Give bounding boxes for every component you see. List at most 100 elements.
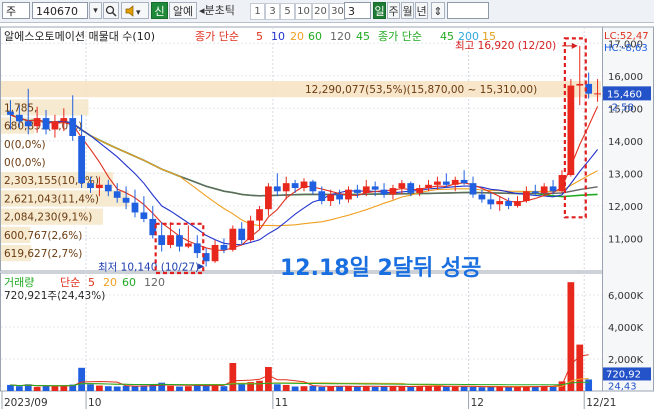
candle-body [531, 191, 539, 193]
minute-tick-label[interactable]: ◂분초틱 [199, 2, 249, 19]
x-axis-label: 12/21 [586, 397, 616, 409]
volume-bar [442, 386, 450, 391]
volume-bar [122, 385, 130, 391]
candle-body [122, 197, 130, 203]
candle-body [238, 228, 246, 241]
candle-body [33, 118, 41, 127]
candle-body [51, 121, 59, 130]
volume-y-tick-label: 2,000K [608, 355, 644, 366]
volume-bar [487, 387, 495, 391]
volume-bar [425, 386, 432, 391]
volume-bar [371, 386, 379, 391]
volume-bar [416, 386, 424, 391]
ma-legend-60: 60 [308, 30, 322, 43]
period-button-3[interactable]: 3 [265, 3, 280, 20]
volume-bar [167, 385, 174, 391]
tab-week[interactable]: 주 [387, 2, 400, 19]
y-tick-label: 12,000 [608, 202, 643, 213]
volume-y-tick-label: 6,000K [608, 291, 644, 302]
candle-body [487, 199, 495, 205]
search-icon[interactable] [103, 2, 119, 19]
candle-body [407, 183, 415, 193]
volume-bar [96, 385, 103, 391]
annotation-text: 12.18일 2달뒤 성공 [280, 256, 481, 281]
volume-profile-label: 0(0,0%) [4, 157, 46, 169]
search-icon[interactable]: ▾ [89, 2, 102, 19]
volume-title: 거래량 [4, 276, 34, 289]
market-select[interactable]: 주 [2, 2, 30, 19]
period-button-10[interactable]: 10 [295, 3, 312, 20]
volume-bar [256, 380, 263, 391]
volume-bar [309, 385, 317, 391]
volume-profile-label: 600,767(2,6%) [4, 230, 82, 242]
volume-ma-legend-60: 60 [122, 276, 136, 289]
volume-bar [131, 386, 139, 391]
volume-ma-legend-label: 단순 [60, 276, 80, 289]
tab-day[interactable]: 일 [373, 2, 386, 19]
volume-bar [398, 386, 406, 391]
hc-label: HC:-8,63 [604, 43, 648, 54]
period-count-select[interactable]: 3 [344, 2, 371, 19]
current-price-label: 15,460 [607, 89, 642, 100]
x-axis-label: 12 [471, 397, 484, 409]
volume-bar [15, 386, 23, 391]
candle-body [15, 114, 23, 122]
extra-input[interactable] [447, 2, 489, 19]
candle-body [416, 188, 424, 193]
y-tick-label: 11,000 [608, 234, 643, 245]
stock-code-input[interactable]: 140670 [32, 2, 88, 19]
speaker-icon[interactable]: ▾ [121, 2, 149, 19]
volume-bar [33, 386, 41, 391]
candle-body [523, 191, 530, 202]
volume-bar [318, 386, 326, 391]
volume-bar [585, 379, 593, 391]
alert-button[interactable]: 알예 [169, 2, 197, 19]
candle-body [345, 189, 352, 200]
candle-body [496, 201, 504, 205]
tab-month[interactable]: 월 [401, 2, 414, 19]
candle-body [7, 111, 14, 115]
candle-body [158, 235, 166, 245]
credit-button[interactable]: 신 [151, 2, 168, 19]
volume-bar [7, 384, 14, 391]
candle-body [96, 184, 103, 189]
candle-body [398, 183, 406, 189]
volume-bar [407, 386, 415, 391]
candle-body [140, 212, 148, 219]
y-tick-label: 13,000 [608, 169, 643, 180]
candle-body [273, 186, 281, 192]
candle-body [184, 243, 192, 247]
candle-body [60, 118, 68, 122]
candle-body [229, 228, 237, 250]
volume-bar [220, 386, 228, 391]
candle-body [256, 209, 263, 221]
volume-bar [229, 363, 237, 391]
volume-bar [336, 386, 343, 391]
candle-body [576, 83, 584, 86]
period-button-20[interactable]: 20 [312, 3, 329, 20]
candle-body [131, 202, 139, 213]
candle-body [460, 179, 468, 184]
volume-bar [362, 386, 370, 391]
volume-bar [469, 386, 477, 391]
volume-bar [300, 386, 308, 391]
candle-body [327, 194, 335, 202]
updown-arrow-icon[interactable]: ⇕ [431, 2, 445, 19]
ma2-legend-45: 45 [440, 30, 454, 43]
candle-body [594, 93, 601, 95]
period-button-1[interactable]: 1 [250, 3, 265, 20]
tab-year[interactable]: 년 [415, 2, 428, 19]
candle-body [211, 244, 219, 262]
volume-last-label: 720,921주(24,43%) [4, 290, 105, 302]
volume-bar [176, 386, 183, 391]
ma-legend-120: 120 [330, 30, 351, 43]
candle-body [282, 183, 290, 192]
candle-body [104, 184, 112, 192]
volume-bar [576, 344, 584, 391]
ma-legend-label: 종가 단순 [195, 30, 239, 43]
volume-bar [87, 384, 94, 391]
candle-body [113, 191, 121, 198]
period-button-5[interactable]: 5 [280, 3, 295, 20]
x-axis-label: 10 [88, 397, 101, 409]
volume-y-tick-label: 4,000K [608, 323, 644, 334]
